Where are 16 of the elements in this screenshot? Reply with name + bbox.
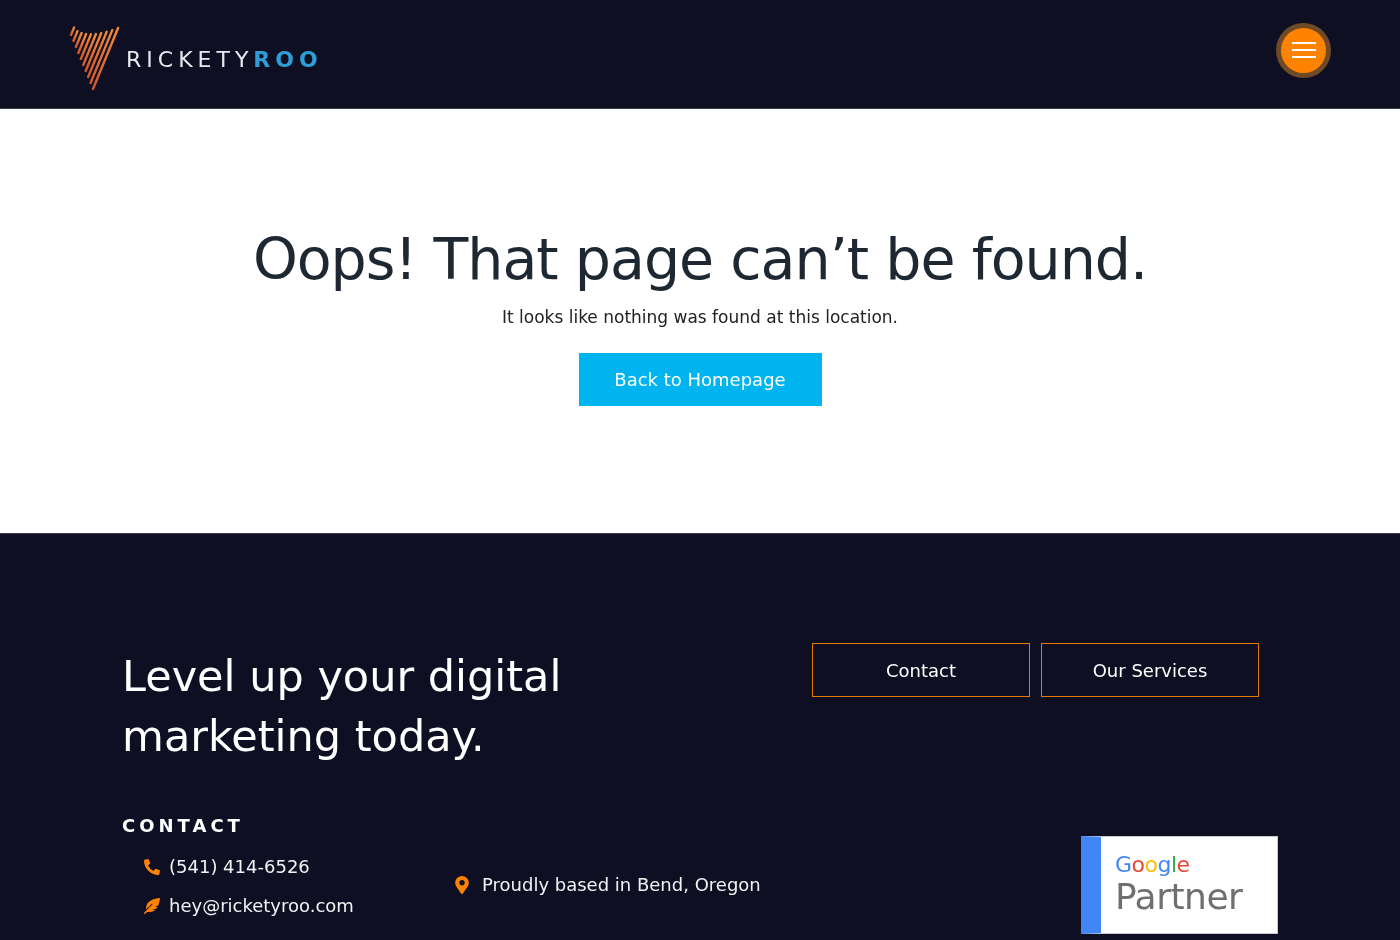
contact-text: hey@ricketyroo.com (169, 894, 354, 918)
phone-icon (144, 859, 160, 875)
footer-button[interactable]: Our Services (1041, 643, 1259, 697)
badge-brand-text: Google (1115, 853, 1190, 877)
contact-text: (541) 414-6526 (169, 855, 310, 879)
feather-icon (144, 898, 160, 914)
not-found-message: It looks like nothing was found at this location. (501, 306, 898, 329)
location-text: Proudly based in Bend, Oregon (482, 872, 761, 897)
page-title: Oops! That page can’t be found. (252, 225, 1148, 294)
footer-button[interactable]: Contact (812, 643, 1030, 697)
contact-heading: CONTACT (122, 814, 244, 838)
menu-button[interactable] (1276, 22, 1331, 78)
logo-wordmark[interactable]: RICKETY ROO (126, 46, 323, 72)
footer-tagline: Level up your digital marketing today. (122, 650, 563, 763)
map-pin-icon (453, 875, 471, 894)
badge-label-text: Partner (1115, 877, 1243, 917)
